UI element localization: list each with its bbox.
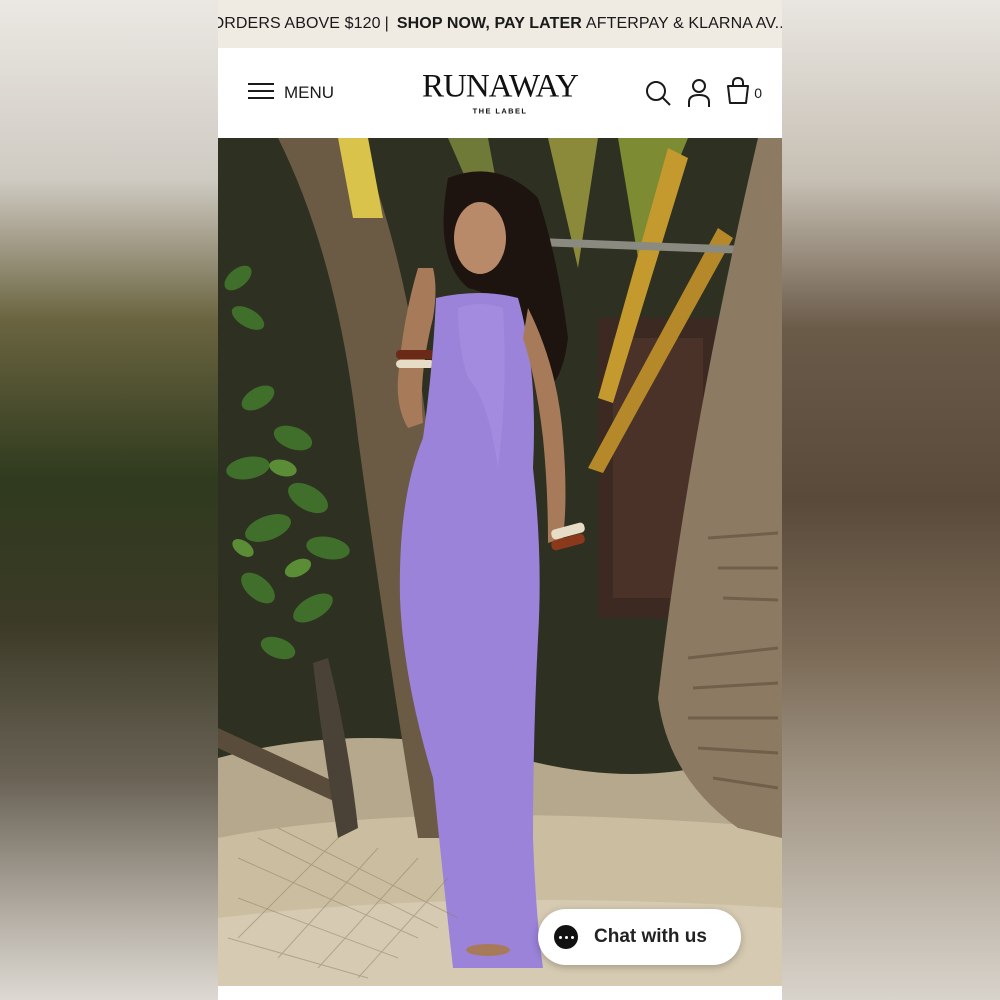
announcement-separator: | bbox=[384, 15, 389, 32]
bottom-strip bbox=[218, 986, 782, 1000]
cart-count: 0 bbox=[754, 85, 762, 101]
logo-subtitle: THE LABEL bbox=[472, 106, 528, 116]
mobile-page: ORDERS ABOVE $120 | SHOP NOW, PAY LATER … bbox=[218, 0, 782, 1000]
announcement-text-orders: ORDERS ABOVE $120 bbox=[218, 15, 381, 32]
account-icon[interactable] bbox=[686, 78, 712, 108]
menu-button[interactable]: MENU bbox=[248, 82, 334, 105]
site-header: MENU RUNAWAY THE LABEL 0 bbox=[218, 48, 782, 138]
cart-bag-icon bbox=[726, 76, 750, 110]
chat-label: Chat with us bbox=[594, 926, 707, 947]
announcement-text-afterpay: AFTERPAY & KLARNA AV... bbox=[585, 15, 782, 32]
search-icon[interactable] bbox=[644, 79, 672, 107]
hamburger-icon bbox=[248, 82, 274, 105]
chat-bubble-icon bbox=[554, 925, 578, 949]
hero-product-image[interactable] bbox=[218, 138, 782, 986]
chat-with-us-button[interactable]: Chat with us bbox=[538, 909, 741, 965]
cart-button[interactable]: 0 bbox=[726, 76, 762, 110]
announcement-text-shop-now: SHOP NOW, PAY LATER bbox=[396, 15, 582, 32]
menu-label: MENU bbox=[284, 83, 335, 102]
logo-wordmark: RUNAWAY bbox=[422, 68, 579, 105]
header-actions: 0 bbox=[644, 76, 762, 110]
brand-logo[interactable]: RUNAWAY THE LABEL bbox=[422, 68, 579, 116]
announcement-bar[interactable]: ORDERS ABOVE $120 | SHOP NOW, PAY LATER … bbox=[218, 0, 782, 48]
